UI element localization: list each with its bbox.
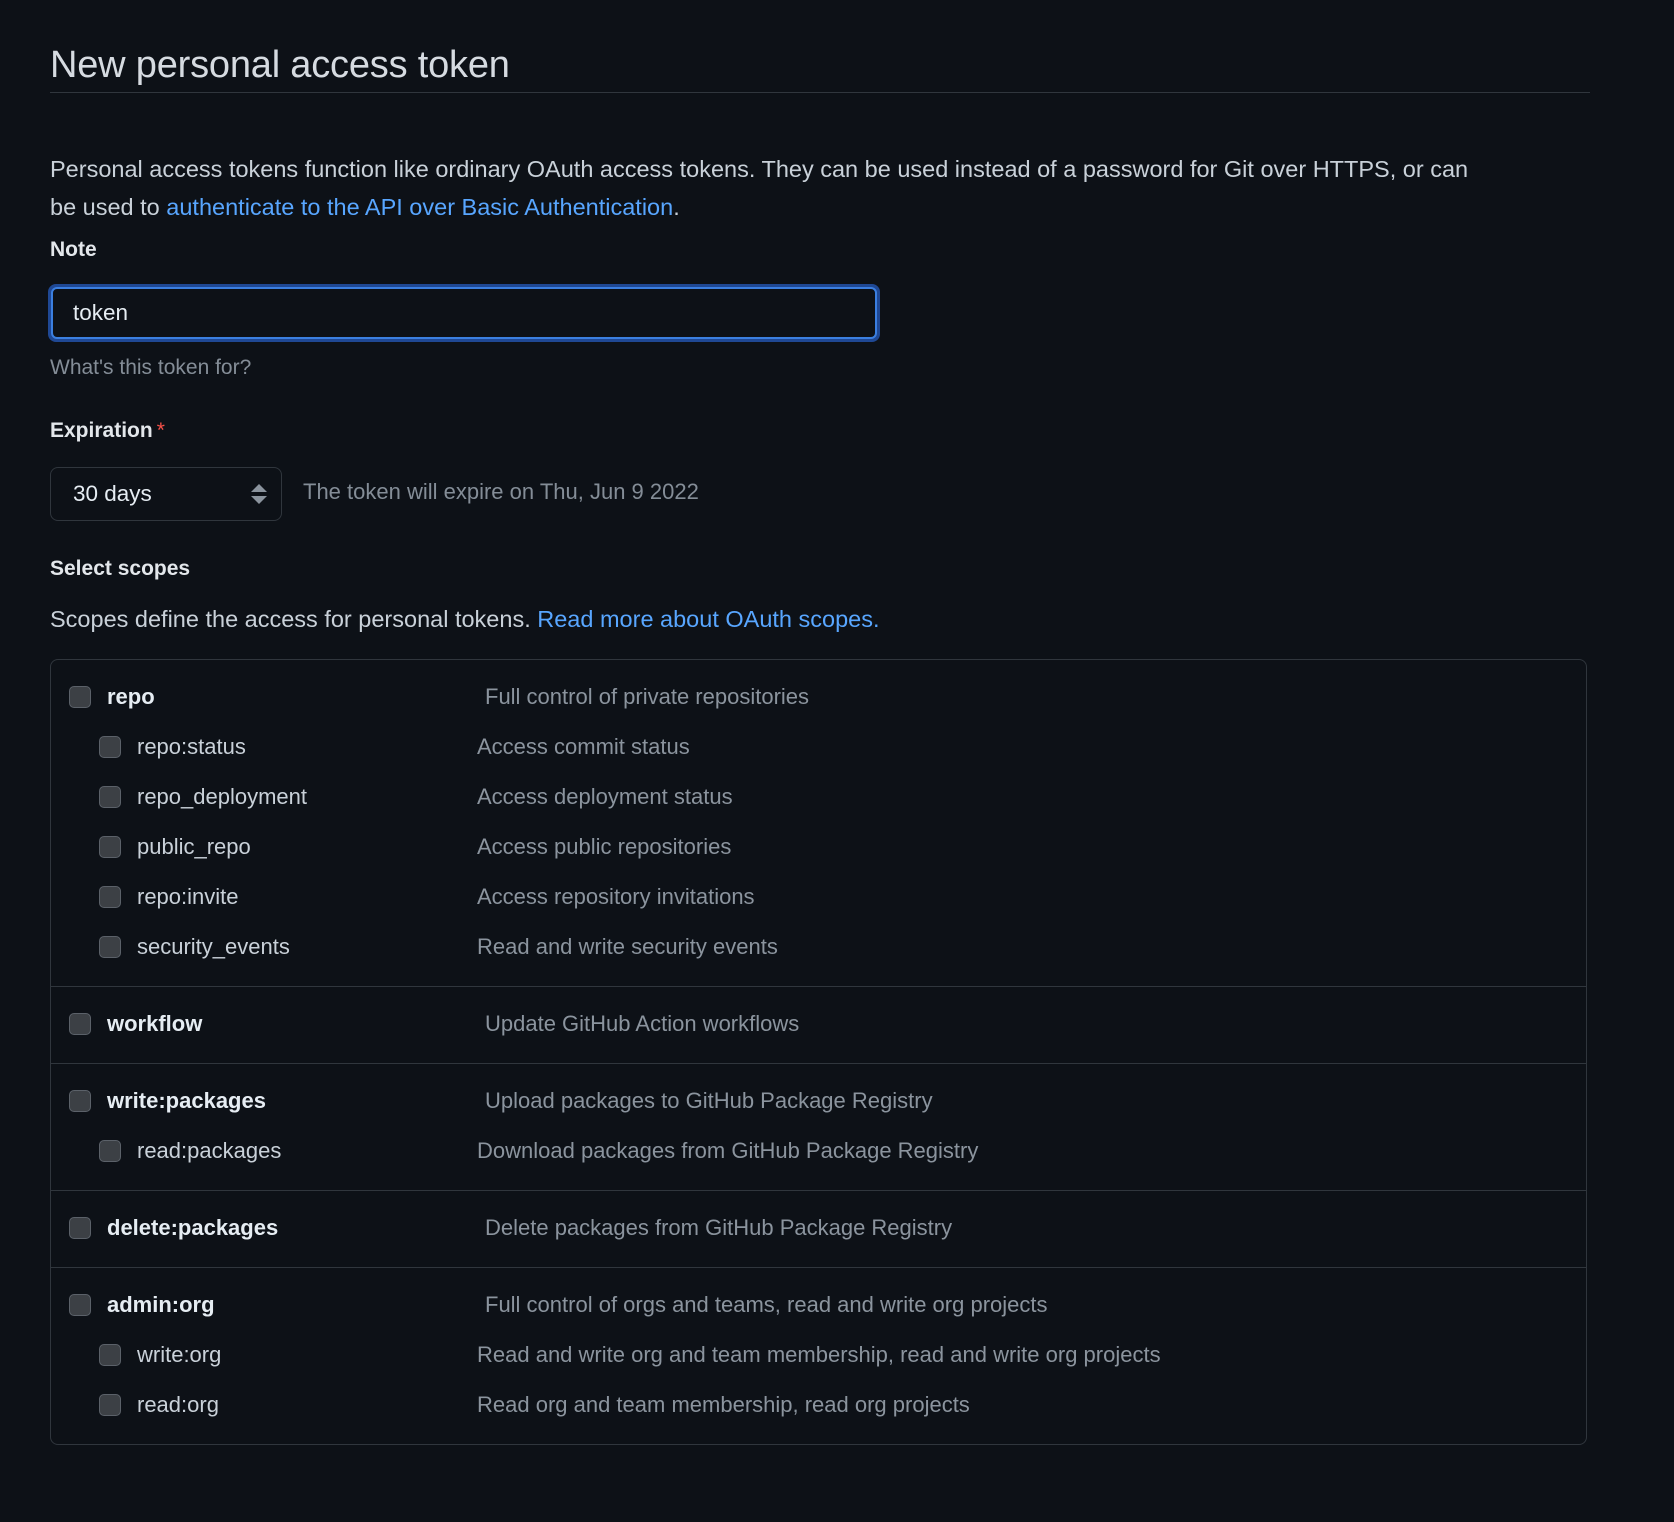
- scope-name-column: repo: [51, 684, 485, 710]
- note-label: Note: [50, 238, 97, 261]
- scope-description: Access commit status: [477, 734, 690, 759]
- scope-name-column: read:org: [51, 1392, 477, 1418]
- checkbox-repo-invite[interactable]: [99, 886, 121, 908]
- scope-name-column: admin:org: [51, 1292, 485, 1318]
- scope-description: Delete packages from GitHub Package Regi…: [485, 1215, 953, 1240]
- scope-row-repo[interactable]: repo Full control of private repositories: [51, 672, 1586, 722]
- scope-description: Read and write security events: [477, 934, 778, 959]
- scope-group: admin:org Full control of orgs and teams,…: [51, 1267, 1586, 1444]
- scopes-list: repo Full control of private repositories…: [50, 659, 1587, 1445]
- authenticate-api-link[interactable]: authenticate to the API over Basic Authe…: [166, 194, 673, 220]
- select-scopes-heading: Select scopes: [50, 557, 191, 580]
- chevron-updown-icon: [251, 484, 267, 504]
- expiration-select[interactable]: 30 days: [50, 467, 282, 521]
- checkbox-repo-status[interactable]: [99, 736, 121, 758]
- checkbox-delete-packages[interactable]: [69, 1217, 91, 1239]
- scope-row-write-packages[interactable]: write:packages Upload packages to GitHub …: [51, 1076, 1586, 1126]
- scope-row-security-events[interactable]: security_events Read and write security e…: [51, 922, 1586, 972]
- checkbox-read-org[interactable]: [99, 1394, 121, 1416]
- scope-name-label: repo_deployment: [137, 784, 308, 809]
- scope-row-repo-invite[interactable]: repo:invite Access repository invitations: [51, 872, 1586, 922]
- checkbox-workflow[interactable]: [69, 1013, 91, 1035]
- intro-text-after: .: [673, 193, 680, 220]
- scope-row-public-repo[interactable]: public_repo Access public repositories: [51, 822, 1586, 872]
- scopes-description-text: Scopes define the access for personal to…: [50, 606, 538, 632]
- scope-name-label: repo:status: [137, 734, 246, 759]
- expiration-label: Expiration *: [50, 419, 165, 443]
- scope-row-repo-deployment[interactable]: repo_deployment Access deployment status: [51, 772, 1586, 822]
- checkbox-public-repo[interactable]: [99, 836, 121, 858]
- scope-description: Download packages from GitHub Package Re…: [477, 1138, 979, 1163]
- scope-name-label: workflow: [107, 1011, 203, 1036]
- scope-name-label: delete:packages: [107, 1215, 279, 1240]
- scope-name-column: repo:invite: [51, 884, 477, 910]
- oauth-scopes-link[interactable]: Read more about OAuth scopes.: [537, 606, 879, 632]
- scope-name-column: delete:packages: [51, 1215, 485, 1241]
- scope-row-read-org[interactable]: read:org Read org and team membership, re…: [51, 1380, 1586, 1430]
- expiration-selected-value: 30 days: [73, 481, 152, 506]
- checkbox-read-packages[interactable]: [99, 1140, 121, 1162]
- scope-name-column: repo:status: [51, 734, 477, 760]
- scope-row-admin-org[interactable]: admin:org Full control of orgs and teams,…: [51, 1280, 1586, 1330]
- scope-description: Read and write org and team membership, …: [477, 1342, 1161, 1367]
- checkbox-repo-deployment[interactable]: [99, 786, 121, 808]
- scope-description: Read org and team membership, read org p…: [477, 1392, 970, 1417]
- scope-description: Full control of orgs and teams, read and…: [485, 1292, 1048, 1317]
- header-divider: [50, 92, 1590, 93]
- scope-name-label: admin:org: [107, 1292, 215, 1317]
- checkbox-write-packages[interactable]: [69, 1090, 91, 1112]
- checkbox-write-org[interactable]: [99, 1344, 121, 1366]
- scopes-description: Scopes define the access for personal to…: [50, 606, 880, 633]
- expiration-hint: The token will expire on Thu, Jun 9 2022: [303, 479, 699, 504]
- scope-name-column: write:org: [51, 1342, 477, 1368]
- scope-name-label: repo: [107, 684, 155, 709]
- note-input-focus-ring: [48, 284, 880, 342]
- intro-paragraph: Personal access tokens function like ord…: [50, 150, 1470, 226]
- scope-name-column: public_repo: [51, 834, 477, 860]
- scope-row-repo-status[interactable]: repo:status Access commit status: [51, 722, 1586, 772]
- scope-name-column: read:packages: [51, 1138, 477, 1164]
- note-help-text: What's this token for?: [50, 356, 252, 379]
- required-asterisk: *: [156, 419, 165, 442]
- scope-name-label: public_repo: [137, 834, 251, 859]
- scope-name-column: security_events: [51, 934, 477, 960]
- scope-name-label: security_events: [137, 934, 290, 959]
- scope-group: delete:packages Delete packages from GitH…: [51, 1190, 1586, 1267]
- expiration-label-text: Expiration: [50, 419, 153, 442]
- checkbox-admin-org[interactable]: [69, 1294, 91, 1316]
- scope-description: Upload packages to GitHub Package Regist…: [485, 1088, 933, 1113]
- scope-description: Access public repositories: [477, 834, 732, 859]
- new-personal-access-token-page: New personal access token Personal acces…: [0, 0, 1674, 1522]
- scope-description: Access repository invitations: [477, 884, 755, 909]
- scope-name-label: write:packages: [107, 1088, 266, 1113]
- note-input[interactable]: [51, 287, 877, 339]
- scope-name-column: workflow: [51, 1011, 485, 1037]
- scope-name-label: repo:invite: [137, 884, 239, 909]
- scope-row-write-org[interactable]: write:org Read and write org and team mem…: [51, 1330, 1586, 1380]
- scope-description: Access deployment status: [477, 784, 733, 809]
- scope-name-column: write:packages: [51, 1088, 485, 1114]
- scope-name-label: read:packages: [137, 1138, 282, 1163]
- scope-description: Full control of private repositories: [485, 684, 810, 709]
- page-title: New personal access token: [50, 44, 510, 87]
- scope-name-label: write:org: [137, 1342, 222, 1367]
- scope-name-label: read:org: [137, 1392, 219, 1417]
- scope-row-workflow[interactable]: workflow Update GitHub Action workflows: [51, 999, 1586, 1049]
- scope-group: workflow Update GitHub Action workflows: [51, 986, 1586, 1063]
- checkbox-security-events[interactable]: [99, 936, 121, 958]
- scope-group: repo Full control of private repositories…: [51, 660, 1586, 986]
- scope-group: write:packages Upload packages to GitHub …: [51, 1063, 1586, 1190]
- checkbox-repo[interactable]: [69, 686, 91, 708]
- scope-name-column: repo_deployment: [51, 784, 477, 810]
- scope-description: Update GitHub Action workflows: [485, 1011, 800, 1036]
- scope-row-read-packages[interactable]: read:packages Download packages from GitH…: [51, 1126, 1586, 1176]
- scope-row-delete-packages[interactable]: delete:packages Delete packages from GitH…: [51, 1203, 1586, 1253]
